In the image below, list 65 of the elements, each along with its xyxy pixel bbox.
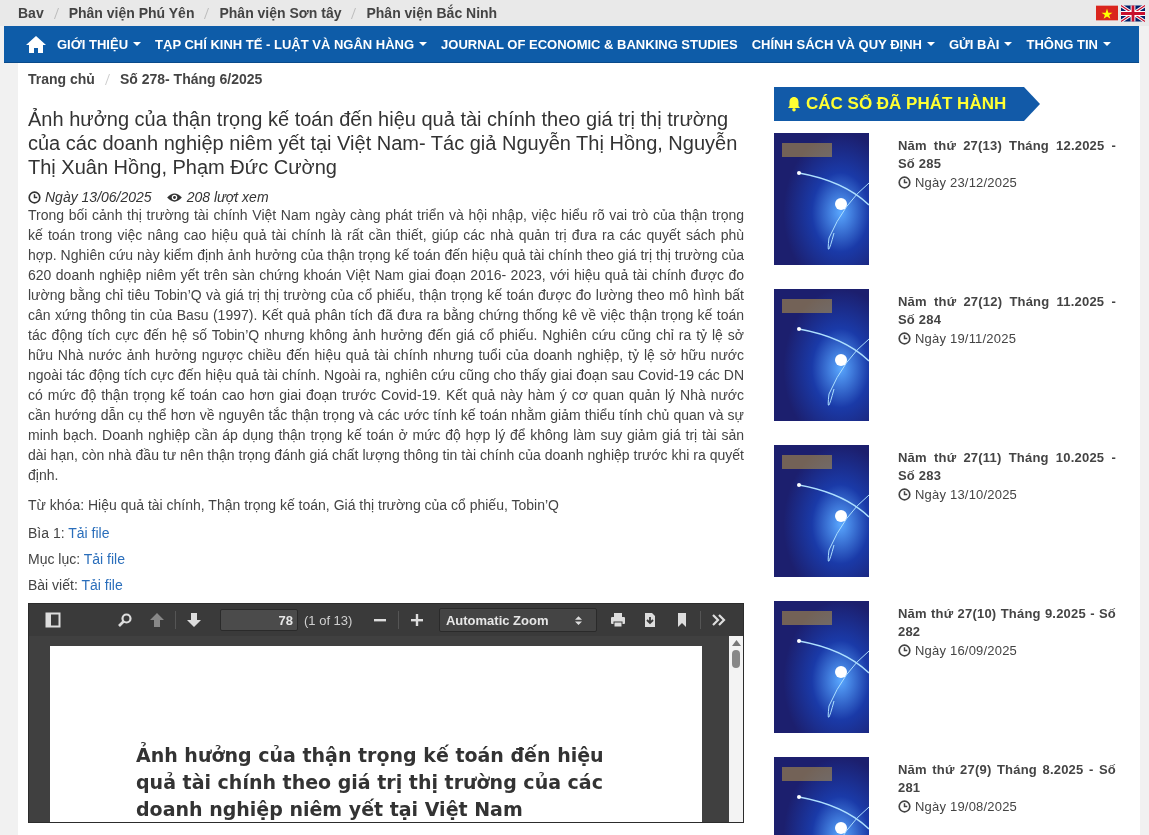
clock-icon — [898, 488, 911, 501]
issue-date: Ngày 16/09/2025 — [898, 643, 1018, 658]
download-link[interactable]: Tải file — [68, 525, 110, 541]
zoom-in-icon[interactable] — [408, 612, 425, 628]
view-count: 208 lượt xem — [165, 189, 269, 205]
breadcrumb-item[interactable]: Trang chủ — [28, 71, 95, 87]
double-chevron-icon[interactable] — [711, 612, 727, 628]
search-icon[interactable] — [117, 612, 133, 628]
vietnam-flag-icon[interactable] — [1096, 4, 1118, 21]
cover-image[interactable] — [774, 445, 869, 577]
breadcrumb-item: Số 278- Tháng 6/2025 — [119, 71, 263, 87]
nav-menu-item[interactable]: TẠP CHÍ KINH TẾ - LUẬT VÀ NGÂN HÀNG — [148, 26, 435, 62]
scrollbar[interactable] — [729, 636, 743, 822]
issue-date: Ngày 19/08/2025 — [898, 799, 1018, 814]
issue-date: Ngày 13/10/2025 — [898, 487, 1018, 502]
nav-menu-item[interactable]: GỬI BÀI — [941, 26, 1020, 62]
up-arrow-icon[interactable] — [149, 612, 165, 628]
clock-icon — [898, 176, 911, 189]
section-heading: CÁC SỐ ĐÃ PHÁT HÀNH — [774, 87, 1040, 121]
nav-menu-item[interactable]: THÔNG TIN — [1019, 26, 1118, 62]
download-label: Bài viết: — [28, 577, 78, 593]
nav-menu-item[interactable]: CHÍNH SÁCH VÀ QUY ĐỊNH — [744, 26, 942, 62]
article-date: Ngày 13/06/2025 — [28, 189, 152, 205]
cover-image[interactable] — [774, 289, 869, 421]
top-link[interactable]: Phân viện Sơn tây — [219, 5, 342, 21]
sidebar-toggle-icon[interactable] — [45, 612, 61, 628]
issue-date: Ngày 23/12/2025 — [898, 175, 1018, 190]
down-arrow-icon[interactable] — [186, 612, 202, 628]
clock-icon — [28, 190, 41, 204]
top-link[interactable]: Bav — [18, 5, 44, 21]
keywords-text: Từ khóa: Hiệu quả tài chính, Thận trọng kế toán, Giá thị trường của cổ phiếu, Tobin’Q — [28, 496, 560, 515]
abstract-text: Trong bối cảnh thị trường tài chính Việt Nam ngày càng phát triển và hội nhập, việc hiểu rõ vai trò của thận trọng kế toán trong việc nâng cao hiệu quả tài chính là rất cần thiết, giúp các nhà quản trị đưa ra các quyết sách phù hợp. Nghiên cứu này kiểm định ảnh hưởng của thận trọng kế toán đến hiệu quả tài chính theo giá trị thị trường của 620 doanh nghiệp niêm yết trên sàn chứng khoán Việt Nam giai đoạn 2016- 2023, với hiệu quả tài chính được đo lường bằng chỉ tiêu Tobin’Q và giá trị thị trường của cổ phiếu, thận trọng kế toán được đo lường theo mô hình bất cân xứng thông tin của Basu (1997). Kết quả phân tích đã đưa ra bằng chứng thống kê về việc thận trọng kế toán tác động tích cực đến hệ số Tobin’Q nhưng không ảnh hưởng đến giá cổ phiếu. Nghiên cứu cũng chỉ ra tỷ lệ sở hữu Nhà nước ảnh hưởng ngược chiều đến hiệu quả tài chính nhưng tuổi của doanh nghiệp, tỷ lệ sở hữu nước ngoài tác động tích cực đến hiệu quả tài chính. Ngoài ra, nghiên cứu cũng cho thấy giai đoạn sau Covid-19 các DN có mức độ thận trọng kế toán cao hơn giai đoạn trước Covid-19. Kết quả này hàm ý cơ quan quản lý Nhà nước cần hướng dẫn cụ thể hơn về nguyên tắc thận trọng và các ước tính kế toán nhằm giảm thiểu tính chủ quan và sự minh bạch. Doanh nghiệp cần áp dụng thận trọng kế toán ở mức độ hợp lý để không làm suy giảm giá trị tài sản dài hạn, còn nhà đầu tư nên thận trọng đánh giá chất lượng thông tin tài chính của doanh nghiệp trước khi ra quyết định. — [28, 206, 744, 485]
nav-menu-item[interactable]: JOURNAL OF ECONOMIC & BANKING STUDIES — [434, 26, 745, 62]
download-label: Bìa 1: — [28, 525, 65, 541]
download-label: Mục lục: — [28, 551, 81, 567]
top-link[interactable]: Phân viện Phú Yên — [68, 5, 195, 21]
top-link[interactable]: Phân viện Bắc Ninh — [366, 5, 498, 21]
scroll-up-arrow-icon[interactable] — [731, 640, 741, 646]
eye-icon — [165, 191, 183, 203]
home-icon[interactable] — [26, 35, 46, 53]
issue-title-link[interactable]: Năm thứ 27(13) Tháng 12.2025 - Số 285 — [898, 137, 1116, 173]
clock-icon — [898, 332, 911, 345]
page-number-field[interactable]: 78 — [220, 609, 298, 631]
issue-title-link[interactable]: Năm thứ 27(10) Tháng 9.2025 - Số 282 — [898, 605, 1116, 641]
print-icon[interactable] — [610, 612, 626, 628]
updown-caret-icon — [574, 614, 582, 626]
download-link[interactable]: Tải file — [83, 551, 125, 567]
issue-date: Ngày 19/11/2025 — [898, 331, 1017, 346]
clock-icon — [898, 800, 911, 813]
bell-icon — [786, 96, 802, 112]
clock-icon — [898, 644, 911, 657]
download-icon[interactable] — [642, 612, 658, 628]
nav-menu-item[interactable]: GIỚI THIỆU — [50, 26, 149, 62]
download-link[interactable]: Tải file — [81, 577, 123, 593]
issue-title-link[interactable]: Năm thứ 27(11) Tháng 10.2025 - Số 283 — [898, 449, 1116, 485]
article-title: Ảnh hưởng của thận trọng kế toán đến hiệu quả tài chính theo giá trị thị trường của các doanh nghiệp niêm yết tại Việt Nam- Tác giả Nguyễn Thị Hồng, Nguyễn Thị Xuân Hồng, Phạm Đức Cường — [28, 107, 739, 179]
pdf-page-title: Ảnh hưởng của thận trọng kế toán đến hiệu quả tài chính theo giá trị thị trường của các doanh nghiệp niêm yết tại Việt Nam — [136, 742, 605, 822]
cover-image[interactable] — [774, 133, 869, 265]
scrollbar-thumb[interactable] — [732, 650, 740, 668]
uk-flag-icon[interactable] — [1121, 4, 1145, 22]
cover-image[interactable] — [774, 601, 869, 733]
issue-title-link[interactable]: Năm thứ 27(12) Tháng 11.2025 - Số 284 — [898, 293, 1116, 329]
issue-title-link[interactable]: Năm thứ 27(9) Tháng 8.2025 - Số 281 — [898, 761, 1116, 797]
zoom-select[interactable]: Automatic Zoom — [438, 608, 597, 632]
page-count: (1 of 13) — [304, 612, 353, 628]
